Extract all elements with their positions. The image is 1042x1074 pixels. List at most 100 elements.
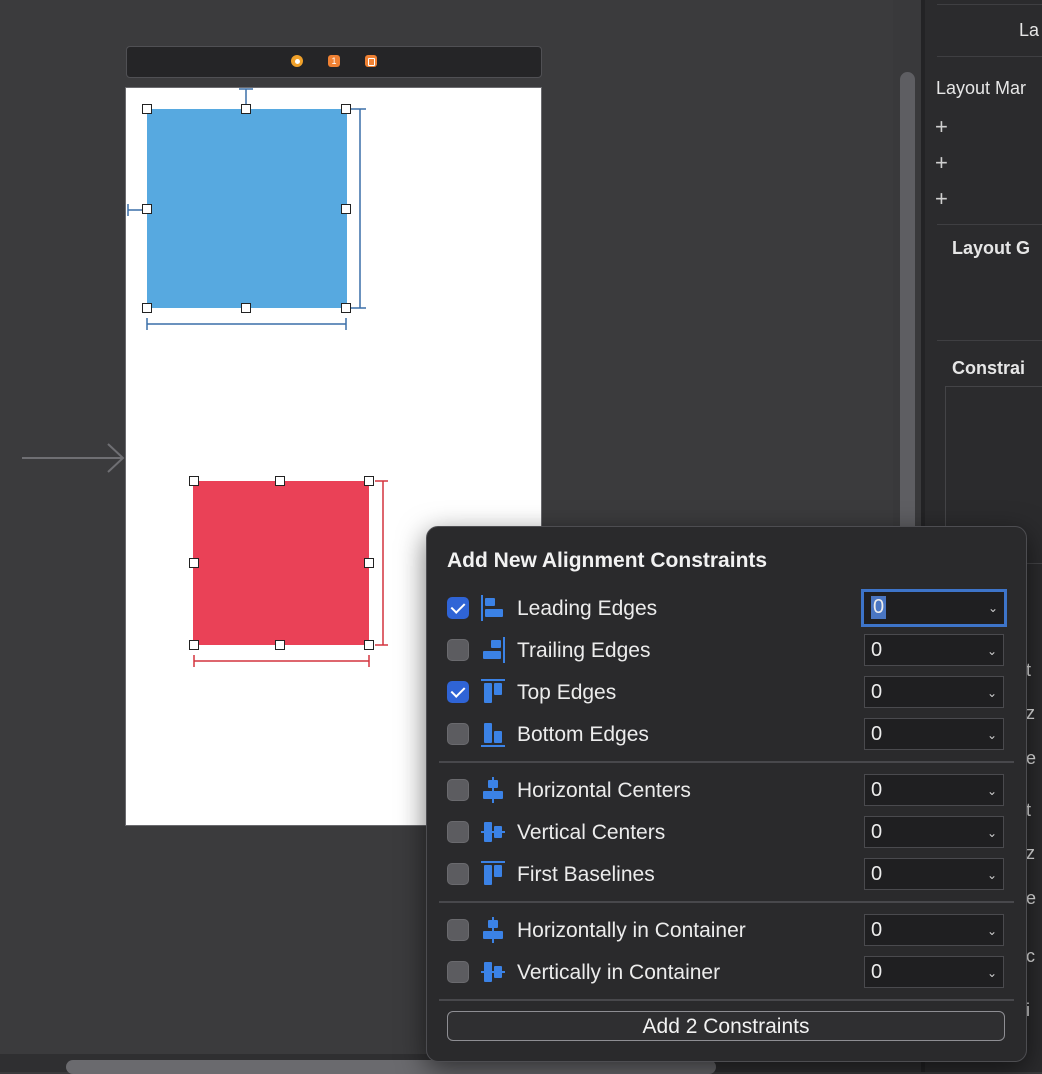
combo-value: 0	[871, 639, 883, 661]
add-plus-icon[interactable]: +	[935, 150, 948, 176]
first-responder-icon[interactable]: 1	[328, 55, 340, 67]
resize-handle[interactable]	[275, 476, 285, 486]
inspector-divider-line	[937, 56, 1042, 57]
combo-value: 0	[871, 681, 883, 703]
combo-value: 0	[871, 961, 883, 983]
resize-handle[interactable]	[142, 104, 152, 114]
entry-point-arrow-icon	[22, 443, 125, 473]
first-baselines-icon	[481, 861, 505, 885]
vertically-in-container-checkbox[interactable]	[447, 961, 469, 983]
combo-value: 0	[871, 779, 883, 801]
constraint-row-vertically-in-container: Vertically in Container 0 ⌄	[427, 953, 1026, 993]
vertical-centers-value-combo[interactable]: 0 ⌄	[864, 816, 1004, 848]
chevron-down-icon[interactable]: ⌄	[987, 924, 997, 938]
chevron-down-icon[interactable]: ⌄	[987, 826, 997, 840]
chevron-down-icon[interactable]: ⌄	[988, 601, 998, 615]
resize-handle[interactable]	[189, 558, 199, 568]
view-controller-icon[interactable]	[291, 55, 303, 67]
layout-guides-heading: Layout G	[952, 238, 1031, 258]
resize-handle[interactable]	[364, 640, 374, 650]
inspector-label: La	[1019, 20, 1040, 40]
resize-handle[interactable]	[364, 558, 374, 568]
horizontally-in-container-checkbox[interactable]	[447, 919, 469, 941]
combo-value: 0	[871, 596, 887, 619]
bottom-edges-checkbox[interactable]	[447, 723, 469, 745]
top-edges-value-combo[interactable]: 0 ⌄	[864, 676, 1004, 708]
first-baselines-checkbox[interactable]	[447, 863, 469, 885]
horizontal-centers-label: Horizontal Centers	[517, 779, 691, 802]
inspector-fragment: e	[1026, 888, 1037, 908]
resize-handle[interactable]	[341, 204, 351, 214]
resize-handle[interactable]	[142, 204, 152, 214]
horizontally-in-container-icon	[483, 917, 503, 943]
add-plus-icon[interactable]: +	[935, 114, 948, 140]
resize-handle[interactable]	[241, 104, 251, 114]
inspector-divider-line	[937, 340, 1042, 341]
vertical-centers-checkbox[interactable]	[447, 821, 469, 843]
inspector-fragment: e	[1026, 748, 1037, 768]
top-edges-checkbox[interactable]	[447, 681, 469, 703]
top-edges-label: Top Edges	[517, 681, 617, 704]
horizontal-centers-icon	[483, 777, 503, 803]
leading-edges-value-combo[interactable]: 0 ⌄	[861, 589, 1007, 627]
first-baselines-label: First Baselines	[517, 863, 655, 886]
bottom-edges-label: Bottom Edges	[517, 723, 649, 746]
trailing-edges-icon	[483, 637, 505, 663]
trailing-edges-value-combo[interactable]: 0 ⌄	[864, 634, 1004, 666]
add-plus-icon[interactable]: +	[935, 186, 948, 212]
horizontal-centers-checkbox[interactable]	[447, 779, 469, 801]
constraint-row-horizontally-in-container: Horizontally in Container 0 ⌄	[427, 911, 1026, 951]
inspector-fragment: z	[1026, 843, 1035, 863]
first-baselines-value-combo[interactable]: 0 ⌄	[864, 858, 1004, 890]
chevron-down-icon[interactable]: ⌄	[987, 868, 997, 882]
resize-handle[interactable]	[189, 476, 199, 486]
combo-value: 0	[871, 863, 883, 885]
horizontally-in-container-label: Horizontally in Container	[517, 919, 746, 942]
constraint-row-bottom-edges: Bottom Edges 0 ⌄	[427, 715, 1026, 755]
chevron-down-icon[interactable]: ⌄	[987, 784, 997, 798]
vertically-in-container-value-combo[interactable]: 0 ⌄	[864, 956, 1004, 988]
combo-value: 0	[871, 919, 883, 941]
horizontally-in-container-value-combo[interactable]: 0 ⌄	[864, 914, 1004, 946]
chevron-down-icon[interactable]: ⌄	[987, 728, 997, 742]
combo-value: 0	[871, 821, 883, 843]
resize-handle[interactable]	[241, 303, 251, 313]
vertical-scrollbar-thumb[interactable]	[900, 72, 915, 542]
constraints-heading: Constrai	[952, 358, 1026, 378]
vertical-centers-label: Vertical Centers	[517, 821, 666, 844]
leading-edges-icon	[481, 595, 503, 621]
inspector-divider-line	[937, 224, 1042, 225]
section-separator	[439, 999, 1014, 1001]
constraint-row-top-edges: Top Edges 0 ⌄	[427, 673, 1026, 713]
horizontal-centers-value-combo[interactable]: 0 ⌄	[864, 774, 1004, 806]
constraint-row-trailing-edges: Trailing Edges 0 ⌄	[427, 631, 1026, 671]
constraint-row-first-baselines: First Baselines 0 ⌄	[427, 855, 1026, 895]
exit-icon[interactable]	[365, 55, 377, 67]
constraint-row-horizontal-centers: Horizontal Centers 0 ⌄	[427, 771, 1026, 811]
top-edges-icon	[481, 679, 505, 703]
chevron-down-icon[interactable]: ⌄	[987, 686, 997, 700]
resize-handle[interactable]	[341, 104, 351, 114]
trailing-edges-label: Trailing Edges	[517, 639, 651, 662]
popover-title: Add New Alignment Constraints	[447, 549, 768, 572]
resize-handle[interactable]	[275, 640, 285, 650]
alignment-constraints-popover: Add New Alignment Constraints Leading Ed…	[426, 526, 1027, 1062]
bottom-edges-value-combo[interactable]: 0 ⌄	[864, 718, 1004, 750]
add-constraints-button[interactable]: Add 2 Constraints	[447, 1011, 1005, 1041]
resize-handle[interactable]	[341, 303, 351, 313]
leading-edges-checkbox[interactable]	[447, 597, 469, 619]
trailing-edges-checkbox[interactable]	[447, 639, 469, 661]
scene-dock: 1	[126, 46, 542, 78]
bottom-edges-icon	[481, 723, 505, 747]
constraint-row-leading-edges: Leading Edges 0 ⌄	[427, 589, 1026, 629]
leading-edges-label: Leading Edges	[517, 597, 658, 620]
chevron-down-icon[interactable]: ⌄	[987, 644, 997, 658]
inspector-divider-line	[937, 4, 1042, 5]
vertically-in-container-label: Vertically in Container	[517, 961, 721, 984]
resize-handle[interactable]	[364, 476, 374, 486]
chevron-down-icon[interactable]: ⌄	[987, 966, 997, 980]
vertically-in-container-icon	[481, 962, 505, 982]
inspector-fragment: z	[1026, 703, 1035, 723]
resize-handle[interactable]	[189, 640, 199, 650]
resize-handle[interactable]	[142, 303, 152, 313]
